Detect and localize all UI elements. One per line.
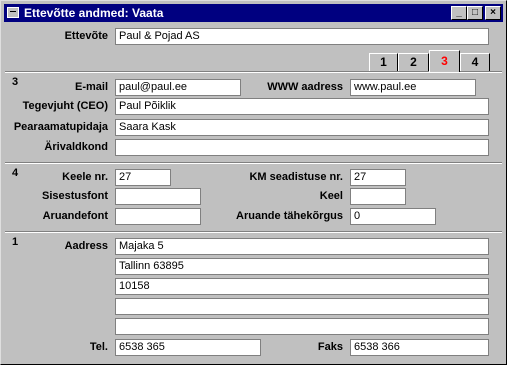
input-font-label: Sisestusfont <box>41 190 108 202</box>
input-font-field[interactable] <box>115 188 201 205</box>
company-field[interactable]: Paul & Pojad AS <box>115 28 489 45</box>
section-4-number: 4 <box>12 167 19 179</box>
tab-separator <box>5 71 502 73</box>
email-field[interactable]: paul@paul.ee <box>115 79 241 96</box>
section-separator-1 <box>5 162 502 164</box>
fax-field[interactable]: 6538 366 <box>350 339 489 356</box>
business-area-label: Ärivaldkond <box>44 141 108 153</box>
tab-4[interactable]: 4 <box>460 53 490 71</box>
language-label: Keel <box>319 190 343 202</box>
address-line-3-field[interactable]: 10158 <box>115 278 489 295</box>
business-area-field[interactable] <box>115 139 489 156</box>
accountant-label: Pearaamatupidaja <box>13 121 108 133</box>
report-font-height-field[interactable]: 0 <box>350 208 436 225</box>
vat-setting-label: KM seadistuse nr. <box>249 171 343 183</box>
vat-setting-field[interactable]: 27 <box>350 169 406 186</box>
www-label: WWW aadress <box>267 81 343 93</box>
window-menu-icon[interactable] <box>7 7 19 18</box>
phone-field[interactable]: 6538 365 <box>115 339 261 356</box>
email-label: E-mail <box>74 81 108 93</box>
report-font-height-label: Aruande tähekõrgus <box>236 210 343 222</box>
language-number-label: Keele nr. <box>62 171 108 183</box>
www-field[interactable]: www.paul.ee <box>350 79 476 96</box>
company-label: Ettevõte <box>64 30 108 42</box>
ceo-field[interactable]: Paul Põiklik <box>115 98 489 115</box>
tab-3[interactable]: 3 <box>429 50 460 72</box>
report-font-label: Aruandefont <box>42 210 108 222</box>
address-line-2-field[interactable]: Tallinn 63895 <box>115 258 489 275</box>
tab-2[interactable]: 2 <box>398 53 429 71</box>
maximize-button[interactable]: □ <box>467 6 483 20</box>
address-line-5-field[interactable] <box>115 318 489 335</box>
title-bar[interactable]: Ettevõtte andmed: Vaata _ □ × <box>4 4 503 22</box>
ceo-label: Tegevjuht (CEO) <box>22 100 108 112</box>
fax-label: Faks <box>317 341 343 353</box>
address-label: Aadress <box>64 240 108 252</box>
window-title: Ettevõtte andmed: Vaata <box>24 6 164 20</box>
company-data-window: Ettevõtte andmed: Vaata _ □ × Ettevõte P… <box>0 0 507 365</box>
minimize-button[interactable]: _ <box>451 6 467 20</box>
section-3-number: 3 <box>12 76 19 88</box>
close-button[interactable]: × <box>485 6 501 20</box>
address-line-4-field[interactable] <box>115 298 489 315</box>
address-line-1-field[interactable]: Majaka 5 <box>115 238 489 255</box>
accountant-field[interactable]: Saara Kask <box>115 119 489 136</box>
language-number-field[interactable]: 27 <box>115 169 171 186</box>
report-font-field[interactable] <box>115 208 201 225</box>
tab-1[interactable]: 1 <box>369 53 398 71</box>
section-separator-2 <box>5 231 502 233</box>
section-1-number: 1 <box>12 236 19 248</box>
language-field[interactable] <box>350 188 406 205</box>
phone-label: Tel. <box>89 341 108 353</box>
